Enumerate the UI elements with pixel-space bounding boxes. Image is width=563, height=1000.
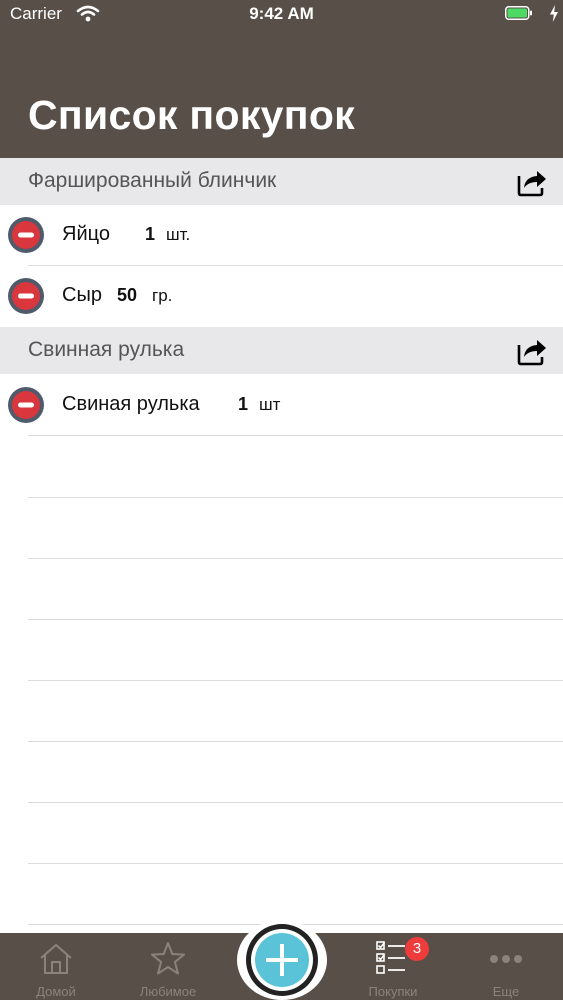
delete-icon[interactable] [7,386,45,424]
tab-home[interactable]: Домой [6,933,106,1000]
item-name: Сыр [62,284,102,306]
empty-row-divider [28,741,563,742]
star-icon [151,942,185,975]
row-divider [28,435,563,436]
list-item: Свиная рулька 1 шт [0,375,563,436]
item-name: Яйцо [62,223,110,245]
page-title: Список покупок [28,92,355,138]
empty-row-divider [28,802,563,803]
empty-row-divider [28,619,563,620]
empty-row-divider [28,558,563,559]
delete-icon[interactable] [7,277,45,315]
tab-label: Покупки [368,984,418,999]
home-icon [40,943,72,974]
clock: 9:42 AM [249,4,314,23]
item-unit: гр. [152,286,173,305]
more-icon [490,955,522,963]
tab-shopping[interactable]: Покупки [343,933,443,1000]
tab-label: Любимое [139,984,197,999]
delete-icon[interactable] [7,216,45,254]
recipe-title: Свинная рулька [28,338,185,361]
status-bar: Carrier 9:42 AM [0,0,563,30]
recipe-title: Фаршированный блинчик [28,169,277,192]
list-item: Яйцо 1 шт. [0,205,563,266]
item-name: Свиная рулька [62,393,200,415]
list-item: Сыр 50 гр. [0,266,563,327]
tab-more[interactable]: Еще [456,933,556,1000]
item-quantity: 1 [145,224,156,244]
navigation-header: Carrier 9:42 AM Список покупок [0,0,563,158]
item-quantity: 1 [238,394,249,414]
empty-row-divider [28,863,563,864]
empty-row-divider [28,680,563,681]
shopping-count-badge: 3 [405,937,429,961]
charging-icon [550,5,558,22]
share-icon[interactable] [515,333,549,367]
item-unit: шт. [166,225,191,244]
recipe-section-header: Фаршированный блинчик [0,158,563,205]
add-button[interactable] [237,920,327,1000]
empty-row-divider [28,497,563,498]
item-quantity: 50 [117,285,138,305]
tab-favorites[interactable]: Любимое [118,933,218,1000]
share-icon[interactable] [515,164,549,198]
recipe-section-header: Свинная рулька [0,327,563,374]
item-unit: шт [259,395,281,414]
tab-label: Домой [36,984,76,999]
battery-icon [505,6,532,20]
tab-label: Еще [492,984,520,999]
